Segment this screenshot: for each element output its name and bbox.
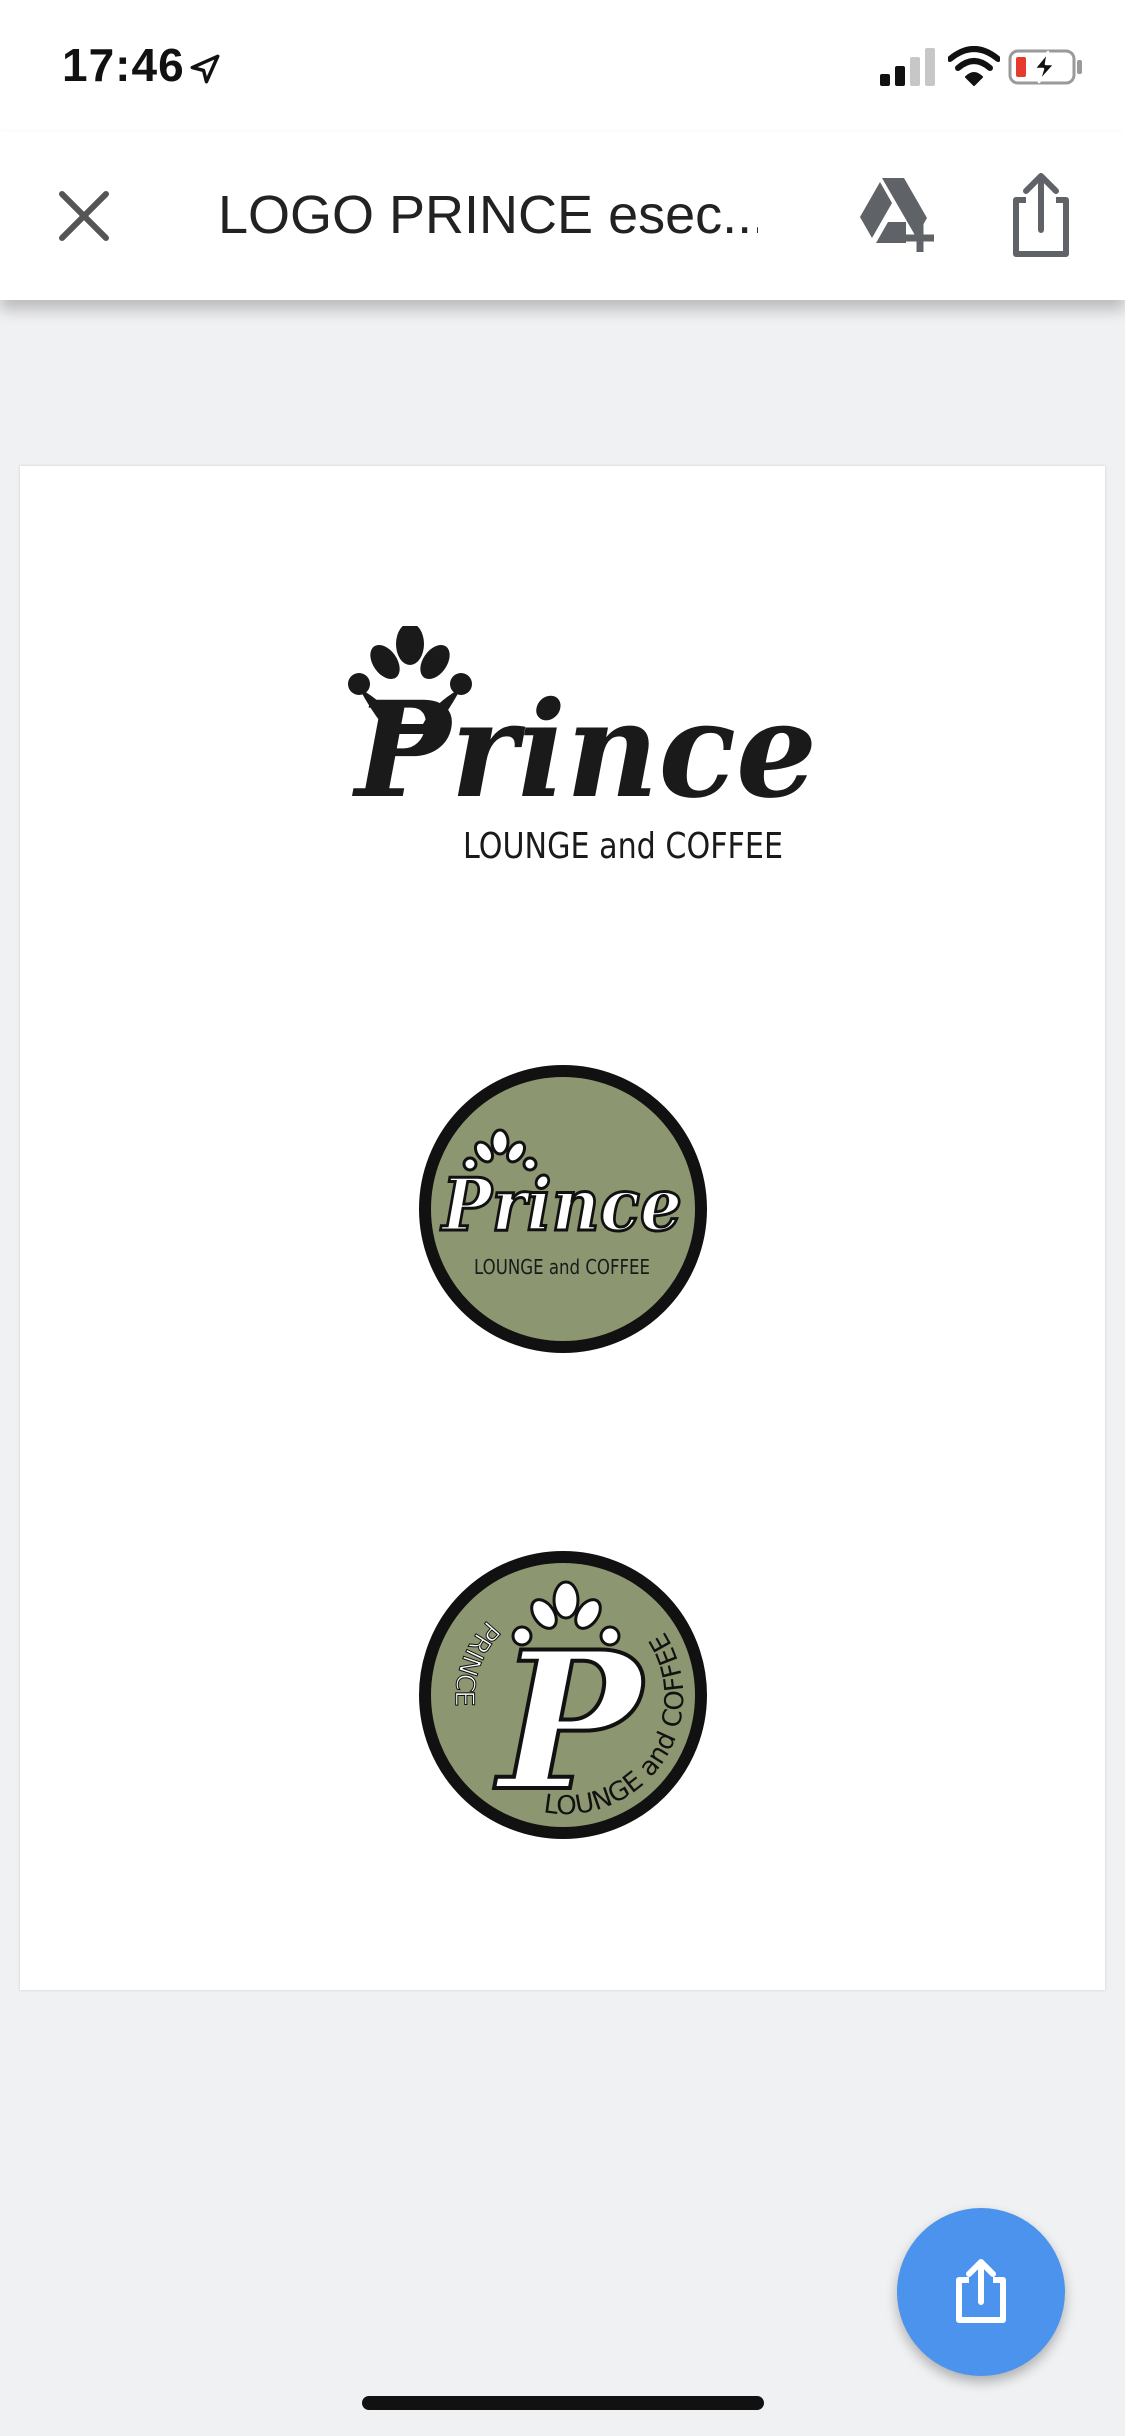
badge-tagline: LOUNGE and COFFEE [474,1255,650,1279]
share-icon[interactable] [996,170,1086,260]
cellular-signal-icon [880,48,935,86]
badge-wordmark: Prince [440,1162,682,1247]
battery-charging-icon [1008,49,1082,85]
status-bar: 17:46 [0,0,1125,132]
svg-text:Prince: Prince [351,673,817,828]
document-title: LOGO PRINCE esec... [218,185,758,245]
prince-monogram-badge-logo: P PRINCE LOUNGE and COFFEE [419,1551,707,1839]
share-fab-button[interactable] [897,2208,1065,2376]
wifi-icon [948,46,1000,86]
logo-tagline: LOUNGE and COFFEE [463,826,783,866]
location-arrow-icon [190,54,220,84]
share-icon [956,2259,1006,2323]
close-icon[interactable] [42,174,126,258]
add-to-drive-icon[interactable] [854,172,938,256]
viewer-toolbar: LOGO PRINCE esec... [0,132,1125,300]
logo-wordmark-text: Prince [351,673,817,828]
home-indicator[interactable] [362,2396,764,2410]
prince-badge-logo: Prince LOUNGE and COFFEE [419,1065,707,1353]
document-page: Prince LOUNGE and COFFEE Prince LOUNGE a… [20,466,1105,1990]
status-time: 17:46 [62,39,185,91]
prince-logo-wordmark: Prince LOUNGE and COFFEE [348,626,817,866]
